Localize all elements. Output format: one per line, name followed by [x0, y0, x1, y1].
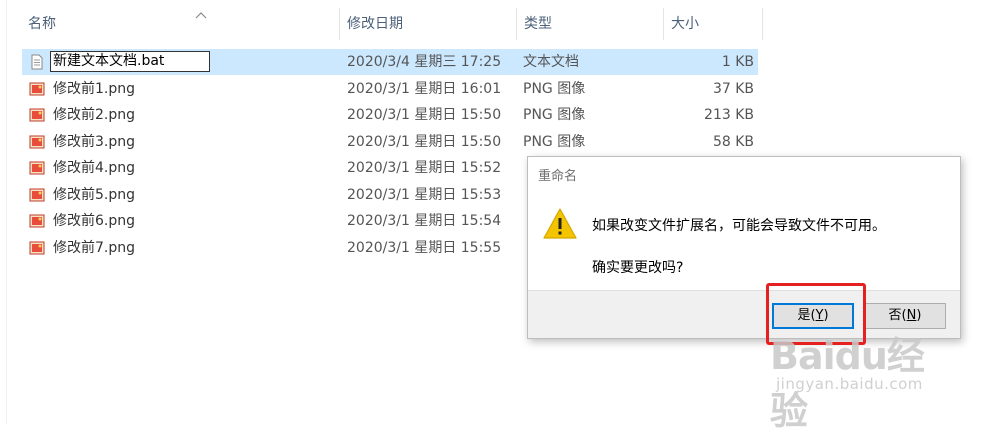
image-file-icon	[29, 135, 45, 149]
rename-input-value: 新建文本文档.bat	[53, 53, 165, 69]
file-row[interactable]: 修改前3.png 2020/3/1 星期日 15:50 PNG 图像 58 KB	[22, 129, 758, 155]
image-file-icon	[29, 82, 45, 96]
file-type: 文本文档	[523, 54, 579, 70]
window-left-edge	[0, 0, 7, 424]
file-type: PNG 图像	[523, 81, 586, 97]
file-date: 2020/3/1 星期日 15:52	[347, 160, 502, 176]
baidu-watermark: Baidu经验 jingyan.baidu.com	[770, 325, 960, 433]
watermark-url: jingyan.baidu.com	[776, 375, 923, 393]
file-date: 2020/3/1 星期日 15:55	[347, 240, 502, 256]
file-size: 1 KB	[721, 54, 754, 70]
file-size: 58 KB	[712, 134, 754, 150]
file-row[interactable]: 修改前2.png 2020/3/1 星期日 15:50 PNG 图像 213 K…	[22, 102, 758, 128]
no-button-accelerator: N	[906, 308, 917, 323]
column-header-date[interactable]: 修改日期	[341, 8, 517, 40]
file-date: 2020/3/1 星期日 15:50	[347, 107, 502, 123]
file-row[interactable]: 新建文本文档.bat 2020/3/4 星期三 17:25 文本文档 1 KB	[22, 49, 758, 75]
file-date: 2020/3/1 星期日 15:50	[347, 134, 502, 150]
rename-input[interactable]: 新建文本文档.bat	[50, 51, 210, 72]
dialog-message: 如果改变文件扩展名，可能会导致文件不可用。	[592, 218, 886, 234]
column-header-size[interactable]: 大小	[665, 8, 763, 40]
column-header-name-label: 名称	[28, 16, 56, 32]
column-header-name[interactable]: 名称	[22, 8, 340, 40]
image-file-icon	[29, 241, 45, 255]
dialog-title: 重命名	[538, 169, 578, 184]
image-file-icon	[29, 188, 45, 202]
image-file-icon	[29, 214, 45, 228]
image-file-icon	[29, 161, 45, 175]
file-size: 37 KB	[712, 81, 754, 97]
file-row[interactable]: 修改前1.png 2020/3/1 星期日 16:01 PNG 图像 37 KB	[22, 76, 758, 102]
file-name: 修改前2.png	[53, 107, 136, 123]
image-file-icon	[29, 108, 45, 122]
file-name: 修改前1.png	[53, 81, 136, 97]
column-header-size-label: 大小	[671, 16, 699, 32]
no-button-label: 否(	[888, 308, 907, 323]
text-file-icon	[31, 54, 43, 70]
file-name: 修改前7.png	[53, 240, 136, 256]
file-date: 2020/3/1 星期日 15:54	[347, 213, 502, 229]
file-name: 修改前4.png	[53, 160, 136, 176]
file-name: 修改前6.png	[53, 213, 136, 229]
column-header-type-label: 类型	[524, 16, 552, 32]
file-date: 2020/3/1 星期日 15:53	[347, 187, 502, 203]
file-size: 213 KB	[704, 107, 754, 123]
rename-dialog: 重命名 如果改变文件扩展名，可能会导致文件不可用。 确实要更改吗? 是(Y) 否…	[527, 156, 961, 339]
column-header-date-label: 修改日期	[347, 16, 403, 32]
file-type: PNG 图像	[523, 134, 586, 150]
sort-up-icon	[195, 12, 207, 19]
file-date: 2020/3/4 星期三 17:25	[347, 54, 502, 70]
file-date: 2020/3/1 星期日 16:01	[347, 81, 502, 97]
no-button-label-close: )	[916, 308, 922, 323]
file-type: PNG 图像	[523, 107, 586, 123]
file-name: 修改前5.png	[53, 187, 136, 203]
file-name: 修改前3.png	[53, 134, 136, 150]
warning-icon	[543, 208, 577, 239]
column-header-type[interactable]: 类型	[518, 8, 664, 40]
dialog-question: 确实要更改吗?	[592, 260, 684, 276]
